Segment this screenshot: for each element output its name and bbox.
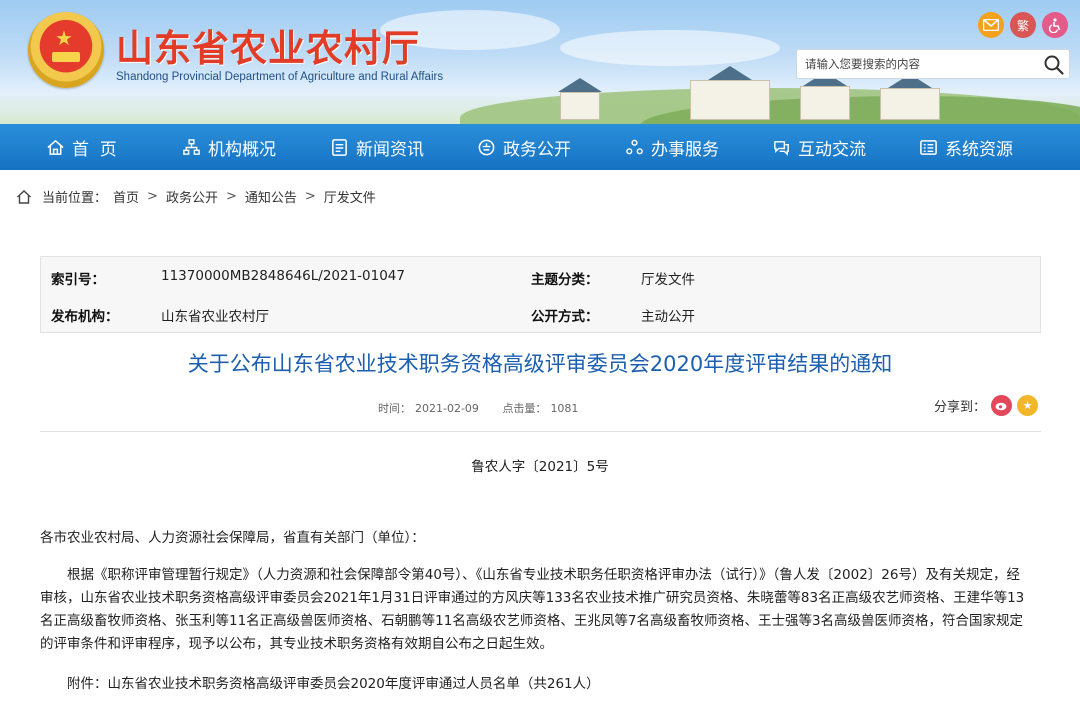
site-header: ★ 山东省农业农村厅 Shandong Provincial Departmen…: [0, 0, 1080, 124]
national-emblem-logo: ★: [28, 12, 104, 88]
index-label: 索引号：: [51, 272, 105, 288]
accessibility-icon[interactable]: [1042, 12, 1068, 38]
index-value: 11370000MB2848646L/2021-01047: [161, 268, 405, 284]
article-meta: 时间： 2021-02-09 点击量： 1081: [378, 400, 582, 416]
breadcrumb-item-home[interactable]: 首页: [113, 187, 139, 206]
breadcrumb: 当前位置： 首页 > 政务公开 > 通知公告 > 厅发文件: [16, 187, 376, 206]
system-icon: [920, 139, 937, 155]
breadcrumb-item-notice[interactable]: 通知公告: [245, 187, 297, 206]
nav-item-gov[interactable]: 政务公开: [477, 124, 571, 170]
nav-item-system[interactable]: 系统资源: [919, 124, 1013, 170]
publisher-label: 发布机构：: [51, 309, 119, 325]
gov-icon: [478, 139, 495, 155]
breadcrumb-separator: >: [147, 189, 158, 204]
site-title[interactable]: 山东省农业农村厅: [116, 18, 420, 72]
nav-item-label: 办事服务: [651, 139, 719, 160]
divider: [40, 431, 1041, 432]
body-paragraph: 根据《职称评审管理暂行规定》（人力资源和社会保障部令第40号）、《山东省专业技术…: [40, 567, 1025, 652]
search-input[interactable]: [797, 50, 1037, 78]
nav-item-home[interactable]: 首 页: [46, 124, 117, 170]
share-label: 分享到：: [934, 400, 987, 415]
nav-item-label: 首 页: [72, 139, 117, 160]
nav-item-label: 政务公开: [503, 139, 571, 160]
qzone-icon[interactable]: ★: [1017, 395, 1039, 416]
house-decoration: [690, 80, 770, 120]
nav-item-label: 新闻资讯: [356, 139, 424, 160]
hits-label: 点击量：: [502, 402, 547, 415]
topic-value: 厅发文件: [641, 272, 695, 288]
breadcrumb-separator: >: [304, 189, 316, 204]
mode-value: 主动公开: [641, 309, 695, 325]
nav-item-label: 互动交流: [798, 139, 866, 160]
breadcrumb-item-docs[interactable]: 厅发文件: [324, 187, 376, 206]
share-bar: 分享到： ★: [934, 395, 1039, 416]
nav-item-service[interactable]: 办事服务: [625, 124, 719, 170]
home-icon: [17, 189, 31, 204]
roof-decoration: [558, 78, 602, 92]
star-icon: ★: [55, 26, 73, 50]
search-icon[interactable]: [1043, 54, 1065, 76]
document-info-table: 索引号： 11370000MB2848646L/2021-01047 主题分类：…: [40, 256, 1041, 333]
service-icon: [626, 139, 643, 154]
salutation: 各市农业农村局、人力资源社会保障局，省直有关部门（单位）：: [40, 530, 425, 546]
mail-icon[interactable]: [978, 12, 1004, 38]
breadcrumb-separator: >: [225, 189, 237, 204]
gate-icon: [52, 52, 80, 62]
roof-decoration: [708, 66, 752, 80]
breadcrumb-item-gov[interactable]: 政务公开: [166, 187, 218, 206]
publisher-value: 山东省农业农村厅: [161, 309, 269, 325]
house-decoration: [560, 92, 600, 120]
article-title: 关于公布山东省农业技术职务资格高级评审委员会2020年度评审结果的通知: [187, 352, 893, 376]
nav-item-org[interactable]: 机构概况: [182, 124, 276, 170]
top-toolbar: 繁: [978, 12, 1068, 38]
traditional-chinese-button[interactable]: 繁: [1010, 12, 1036, 38]
cloud-decoration: [560, 30, 780, 66]
time-value: 2021-02-09: [415, 402, 479, 415]
chat-icon: [774, 140, 789, 156]
org-icon: [183, 138, 200, 155]
document-number: 鲁农人字〔2021〕5号: [471, 459, 609, 475]
house-decoration: [880, 88, 940, 120]
nav-item-news[interactable]: 新闻资讯: [330, 124, 424, 170]
breadcrumb-prefix: 当前位置：: [42, 191, 108, 206]
mode-label: 公开方式：: [531, 309, 599, 325]
main-nav: 首 页 机构概况 新闻资讯 政务公开 办事服务 互动交流 系统资源: [0, 124, 1080, 170]
site-subtitle: Shandong Provincial Department of Agricu…: [116, 71, 444, 83]
topic-label: 主题分类：: [531, 272, 599, 288]
search-box: [796, 49, 1070, 79]
home-icon: [47, 139, 64, 155]
house-decoration: [800, 86, 850, 120]
news-icon: [332, 138, 347, 156]
weibo-icon[interactable]: [991, 395, 1013, 416]
attachment-link[interactable]: 附件：山东省农业技术职务资格高级评审委员会2020年度评审通过人员名单（共261…: [40, 673, 1030, 696]
nav-item-label: 机构概况: [208, 139, 276, 160]
time-label: 时间：: [378, 402, 411, 415]
hits-value: 1081: [550, 402, 579, 415]
nav-item-chat[interactable]: 互动交流: [772, 124, 866, 170]
nav-item-label: 系统资源: [945, 139, 1013, 160]
